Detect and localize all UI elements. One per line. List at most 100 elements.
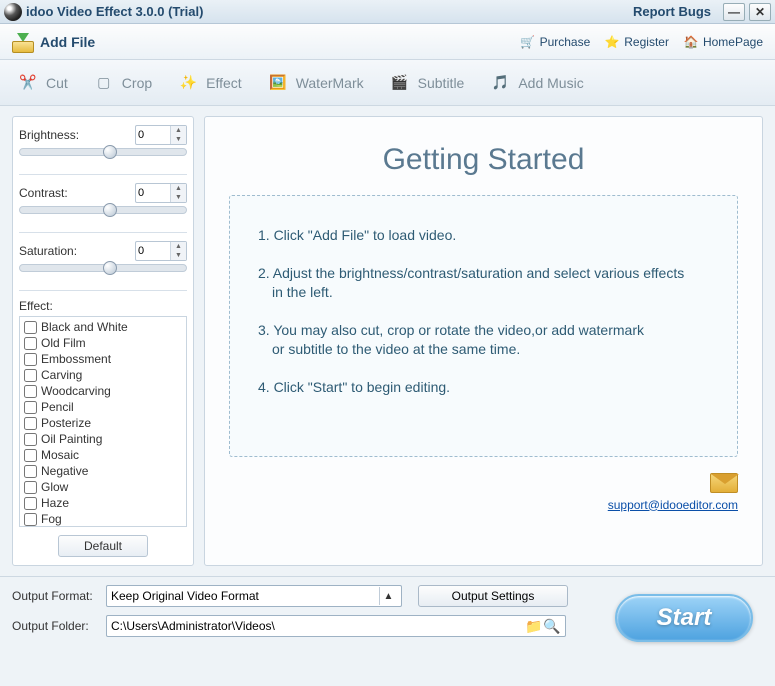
effect-checkbox[interactable] xyxy=(24,337,37,350)
cart-icon: 🛒 xyxy=(520,34,536,50)
mail-icon xyxy=(710,473,738,493)
add-file-icon xyxy=(12,31,34,53)
cut-tool[interactable]: ✂️ Cut xyxy=(16,71,68,95)
effect-name: Pencil xyxy=(41,400,74,414)
step-1: 1. Click "Add File" to load video. xyxy=(258,226,709,246)
effect-item[interactable]: Posterize xyxy=(24,415,182,431)
effect-item[interactable]: Oil Painting xyxy=(24,431,182,447)
brightness-slider[interactable] xyxy=(19,148,187,156)
minimize-button[interactable]: — xyxy=(723,3,745,21)
saturation-spinner[interactable]: ▲▼ xyxy=(135,241,187,261)
effect-item[interactable]: Carving xyxy=(24,367,182,383)
effect-item[interactable]: Glow xyxy=(24,479,182,495)
effect-tool[interactable]: ✨ Effect xyxy=(176,71,242,95)
effect-checkbox[interactable] xyxy=(24,449,37,462)
homepage-link[interactable]: 🏠 HomePage xyxy=(683,34,763,50)
saturation-control: Saturation: ▲▼ xyxy=(19,241,187,280)
step-3: 3. You may also cut, crop or rotate the … xyxy=(258,321,709,360)
add-file-label: Add File xyxy=(40,34,95,50)
contrast-spinner[interactable]: ▲▼ xyxy=(135,183,187,203)
open-folder-icon[interactable]: 🔍 xyxy=(543,617,561,635)
contrast-control: Contrast: ▲▼ xyxy=(19,183,187,222)
brightness-up[interactable]: ▲ xyxy=(171,126,186,135)
effect-checkbox[interactable] xyxy=(24,321,37,334)
saturation-down[interactable]: ▼ xyxy=(171,251,186,260)
effect-label: Effect xyxy=(206,75,242,91)
contrast-down[interactable]: ▼ xyxy=(171,193,186,202)
effect-item[interactable]: Mosaic xyxy=(24,447,182,463)
effect-list-label: Effect: xyxy=(19,299,187,313)
subtitle-tool[interactable]: 🎬 Subtitle xyxy=(388,71,465,95)
contrast-slider[interactable] xyxy=(19,206,187,214)
effect-name: Carving xyxy=(41,368,82,382)
browse-folder-icon[interactable]: 📁 xyxy=(525,617,543,635)
add-music-tool[interactable]: 🎵 Add Music xyxy=(488,71,583,95)
effect-checkbox[interactable] xyxy=(24,513,37,526)
contrast-up[interactable]: ▲ xyxy=(171,184,186,193)
effect-item[interactable]: Black and White xyxy=(24,319,182,335)
effect-checkbox[interactable] xyxy=(24,465,37,478)
effect-item[interactable]: Pencil xyxy=(24,399,182,415)
brightness-control: Brightness: ▲▼ xyxy=(19,125,187,164)
window-title: idoo Video Effect 3.0.0 (Trial) xyxy=(26,4,633,19)
register-link[interactable]: ⭐ Register xyxy=(604,34,669,50)
effect-name: Negative xyxy=(41,464,88,478)
watermark-label: WaterMark xyxy=(296,75,364,91)
homepage-label: HomePage xyxy=(703,35,763,49)
effect-checkbox[interactable] xyxy=(24,353,37,366)
close-button[interactable]: ✕ xyxy=(749,3,771,21)
effect-item[interactable]: Fog xyxy=(24,511,182,527)
effect-name: Old Film xyxy=(41,336,86,350)
effect-item[interactable]: Haze xyxy=(24,495,182,511)
start-button[interactable]: Start xyxy=(615,594,753,642)
saturation-up[interactable]: ▲ xyxy=(171,242,186,251)
getting-started-title: Getting Started xyxy=(229,143,738,177)
purchase-label: Purchase xyxy=(540,35,591,49)
effect-item[interactable]: Old Film xyxy=(24,335,182,351)
output-format-label: Output Format: xyxy=(12,589,98,603)
menubar: Add File 🛒 Purchase ⭐ Register 🏠 HomePag… xyxy=(0,24,775,60)
brightness-spinner[interactable]: ▲▼ xyxy=(135,125,187,145)
effect-list[interactable]: Black and WhiteOld FilmEmbossmentCarving… xyxy=(19,316,187,527)
step-2: 2. Adjust the brightness/contrast/satura… xyxy=(258,264,709,303)
app-logo-icon xyxy=(4,3,22,21)
saturation-slider[interactable] xyxy=(19,264,187,272)
effect-checkbox[interactable] xyxy=(24,369,37,382)
effect-checkbox[interactable] xyxy=(24,385,37,398)
output-folder-label: Output Folder: xyxy=(12,619,98,633)
report-bugs-link[interactable]: Report Bugs xyxy=(633,4,711,19)
default-button[interactable]: Default xyxy=(58,535,148,557)
subtitle-icon: 🎬 xyxy=(388,71,412,95)
cut-label: Cut xyxy=(46,75,68,91)
effect-item[interactable]: Woodcarving xyxy=(24,383,182,399)
crop-icon: ▢ xyxy=(92,71,116,95)
effect-checkbox[interactable] xyxy=(24,433,37,446)
effect-item[interactable]: Embossment xyxy=(24,351,182,367)
effect-checkbox[interactable] xyxy=(24,401,37,414)
effect-checkbox[interactable] xyxy=(24,417,37,430)
crop-tool[interactable]: ▢ Crop xyxy=(92,71,152,95)
output-settings-button[interactable]: Output Settings xyxy=(418,585,568,607)
main-area: Brightness: ▲▼ Contrast: ▲▼ Satura xyxy=(0,106,775,576)
toolbar: ✂️ Cut ▢ Crop ✨ Effect 🖼️ WaterMark 🎬 Su… xyxy=(0,60,775,106)
music-icon: 🎵 xyxy=(488,71,512,95)
saturation-value[interactable] xyxy=(136,245,170,257)
output-format-combo[interactable]: Keep Original Video Format ▲ xyxy=(106,585,402,607)
watermark-tool[interactable]: 🖼️ WaterMark xyxy=(266,71,364,95)
effect-checkbox[interactable] xyxy=(24,497,37,510)
watermark-icon: 🖼️ xyxy=(266,71,290,95)
effect-name: Oil Painting xyxy=(41,432,102,446)
contrast-value[interactable] xyxy=(136,187,170,199)
output-folder-input[interactable] xyxy=(111,619,525,633)
contrast-label: Contrast: xyxy=(19,186,68,200)
output-folder-field[interactable]: 📁 🔍 xyxy=(106,615,566,637)
effect-item[interactable]: Negative xyxy=(24,463,182,479)
add-file-button[interactable]: Add File xyxy=(12,31,95,53)
support-email-link[interactable]: support@idooeditor.com xyxy=(229,498,738,512)
brightness-down[interactable]: ▼ xyxy=(171,135,186,144)
step-4: 4. Click "Start" to begin editing. xyxy=(258,378,709,398)
effect-checkbox[interactable] xyxy=(24,481,37,494)
getting-started-box: 1. Click "Add File" to load video. 2. Ad… xyxy=(229,195,738,457)
brightness-value[interactable] xyxy=(136,129,170,141)
purchase-link[interactable]: 🛒 Purchase xyxy=(520,34,591,50)
